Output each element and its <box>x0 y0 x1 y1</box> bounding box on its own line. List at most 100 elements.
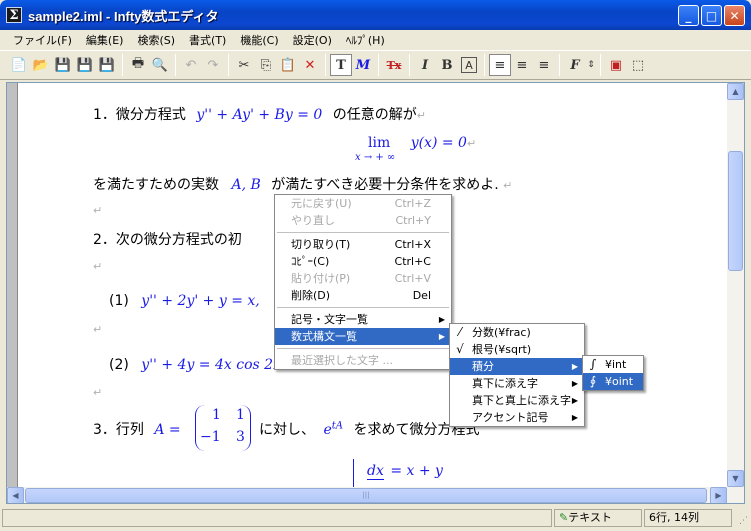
math-mode-button[interactable]: M <box>352 54 374 76</box>
delete-icon[interactable]: ✕ <box>299 54 321 76</box>
open-folder-icon[interactable]: 📂 <box>30 54 52 76</box>
lim-equation: y(x) = 0 <box>410 135 467 151</box>
menu-delete[interactable]: 削除(D) Del <box>275 287 451 304</box>
integral-icon: ∫ <box>589 357 597 371</box>
menu-bar: ファイル(F) 編集(E) 検索(S) 書式(T) 機能(C) 設定(O) ﾍﾙ… <box>0 30 751 49</box>
italic-button[interactable]: I <box>414 54 436 76</box>
text-mode-button[interactable]: T <box>330 54 352 76</box>
system-brace <box>353 459 354 489</box>
menu-recent-chars[interactable]: 最近選択した文字 ... <box>275 352 451 369</box>
window-title: sample2.iml - Infty数式エディタ <box>28 8 219 24</box>
align-left-icon[interactable]: ≡ <box>489 54 511 76</box>
print-icon[interactable]: 🖶 <box>127 54 149 76</box>
submenu-under-over-script-label: 真下と真上に添え字 <box>472 394 571 407</box>
status-mode: テキスト <box>568 511 612 524</box>
save-disabled-icon[interactable]: 💾 <box>52 54 74 76</box>
problem2-1-label: (1) <box>109 293 129 309</box>
submenu-int[interactable]: ∫ ¥int <box>583 356 643 373</box>
menu-cut[interactable]: 切り取り(T) Ctrl+X <box>275 236 451 253</box>
scroll-up-icon[interactable]: ▲ <box>727 83 744 100</box>
scroll-left-icon[interactable]: ◀ <box>7 487 24 503</box>
menu-separator <box>277 232 449 233</box>
exp-power: tA <box>331 420 343 432</box>
font-size-button[interactable]: F <box>564 54 586 76</box>
menu-search[interactable]: 検索(S) <box>130 32 182 48</box>
paste-icon[interactable]: 📋 <box>277 54 299 76</box>
menu-file[interactable]: ファイル(F) <box>6 32 79 48</box>
vertical-scroll-thumb[interactable] <box>728 151 743 271</box>
new-file-icon[interactable]: 📄 <box>8 54 30 76</box>
cut-icon[interactable]: ✂ <box>233 54 255 76</box>
submenu-oint[interactable]: ∮ ¥oint <box>583 373 643 390</box>
problem1b-line: を満たすための実数 A, B が満たすべき必要十分条件を求めよ. ↵ <box>93 174 512 194</box>
menu-format[interactable]: 書式(T) <box>182 32 233 48</box>
submenu-oint-label: ¥oint <box>605 375 634 388</box>
submenu-under-over-script[interactable]: 真下と真上に添え字 ▶ <box>450 392 584 409</box>
problem2-2-equation: y'' + 4y = 4x cos 2x <box>141 357 281 373</box>
status-position: 6行, 14列 <box>649 511 699 524</box>
toolbar-separator <box>559 54 560 76</box>
submenu-sqrt[interactable]: √ 根号(¥sqrt) <box>450 341 584 358</box>
fraction-icon: ⁄ <box>458 325 461 339</box>
submenu-integral[interactable]: 積分 ▶ <box>450 358 584 375</box>
submenu-arrow-icon: ▶ <box>571 396 578 405</box>
close-button[interactable]: ✕ <box>724 5 745 26</box>
menu-paste-label: 貼り付け(P) <box>291 272 351 285</box>
submenu-fraction[interactable]: ⁄ 分数(¥frac) <box>450 324 584 341</box>
return-mark-icon: ↵ <box>503 179 513 192</box>
problem1-tail: の任意の解が <box>332 107 417 123</box>
menu-delete-label: 削除(D) <box>291 289 331 302</box>
maximize-button[interactable]: □ <box>701 5 722 26</box>
problem2-2-line: (2) y'' + 4y = 4x cos 2x <box>109 357 281 373</box>
clear-format-button[interactable]: Tx <box>383 54 405 76</box>
menu-symbol-list[interactable]: 記号・文字一覧 ▶ <box>275 311 451 328</box>
image-insert-icon[interactable]: ▣ <box>605 54 627 76</box>
menu-paste-accel: Ctrl+V <box>394 272 431 285</box>
horizontal-scrollbar[interactable]: ◀ ||| ▶ <box>7 487 744 503</box>
submenu-accent[interactable]: アクセント記号 ▶ <box>450 409 584 426</box>
integral-submenu: ∫ ¥int ∮ ¥oint <box>582 355 644 391</box>
print-preview-icon[interactable]: 🔍 <box>149 54 171 76</box>
scroll-down-icon[interactable]: ▼ <box>727 470 744 487</box>
menu-redo[interactable]: やり直し Ctrl+Y <box>275 212 451 229</box>
menu-undo-label: 元に戻す(U) <box>291 197 352 210</box>
spinner-icon[interactable]: ⇕ <box>586 54 596 76</box>
horizontal-scroll-thumb[interactable]: ||| <box>25 488 707 503</box>
frac-numerator: dx <box>367 463 384 480</box>
menu-paste[interactable]: 貼り付け(P) Ctrl+V <box>275 270 451 287</box>
bold-button[interactable]: B <box>436 54 458 76</box>
menu-syntax-list[interactable]: 数式構文一覧 ▶ <box>275 328 451 345</box>
matrix-var: A = <box>154 422 181 438</box>
align-right-icon[interactable]: ≡ <box>533 54 555 76</box>
submenu-under-script[interactable]: 真下に添え字 ▶ <box>450 375 584 392</box>
menu-edit[interactable]: 編集(E) <box>79 32 131 48</box>
menu-cut-accel: Ctrl+X <box>394 238 431 251</box>
scroll-right-icon[interactable]: ▶ <box>710 487 727 503</box>
menu-settings[interactable]: 設定(O) <box>286 32 339 48</box>
toolbar-separator <box>228 54 229 76</box>
save-icon[interactable]: 💾 <box>74 54 96 76</box>
resize-grip-icon[interactable]: ⋰ <box>739 516 748 526</box>
copy-icon[interactable]: ⎘ <box>255 54 277 76</box>
boxed-char-button[interactable]: A <box>461 57 477 73</box>
menu-help[interactable]: ﾍﾙﾌﾟ(H) <box>339 32 392 48</box>
menu-copy[interactable]: ｺﾋﾟｰ(C) Ctrl+C <box>275 253 451 270</box>
minimize-button[interactable]: _ <box>678 5 699 26</box>
toolbar-separator <box>378 54 379 76</box>
menu-undo[interactable]: 元に戻す(U) Ctrl+Z <box>275 195 451 212</box>
save-as-icon[interactable]: 💾 <box>96 54 118 76</box>
return-mark-icon: ↵ <box>93 204 103 217</box>
menu-cut-label: 切り取り(T) <box>291 238 351 251</box>
align-center-icon[interactable]: ≡ <box>511 54 533 76</box>
redo-icon[interactable]: ↷ <box>202 54 224 76</box>
capture-icon[interactable]: ⬚ <box>627 54 649 76</box>
left-margin-bar <box>7 83 18 487</box>
problem1-line: 1．微分方程式 y'' + Ay' + By = 0 の任意の解が↵ <box>93 104 426 124</box>
vertical-scrollbar[interactable]: ▲ ▼ <box>727 83 744 487</box>
menu-function[interactable]: 機能(C) <box>233 32 285 48</box>
contour-integral-icon: ∮ <box>589 374 597 388</box>
app-sigma-icon[interactable]: Σ <box>6 7 22 23</box>
undo-icon[interactable]: ↶ <box>180 54 202 76</box>
problem2-1-equation: y'' + 2y' + y = x, <box>141 293 260 309</box>
matrix: 1 1 −1 3 <box>195 405 251 451</box>
